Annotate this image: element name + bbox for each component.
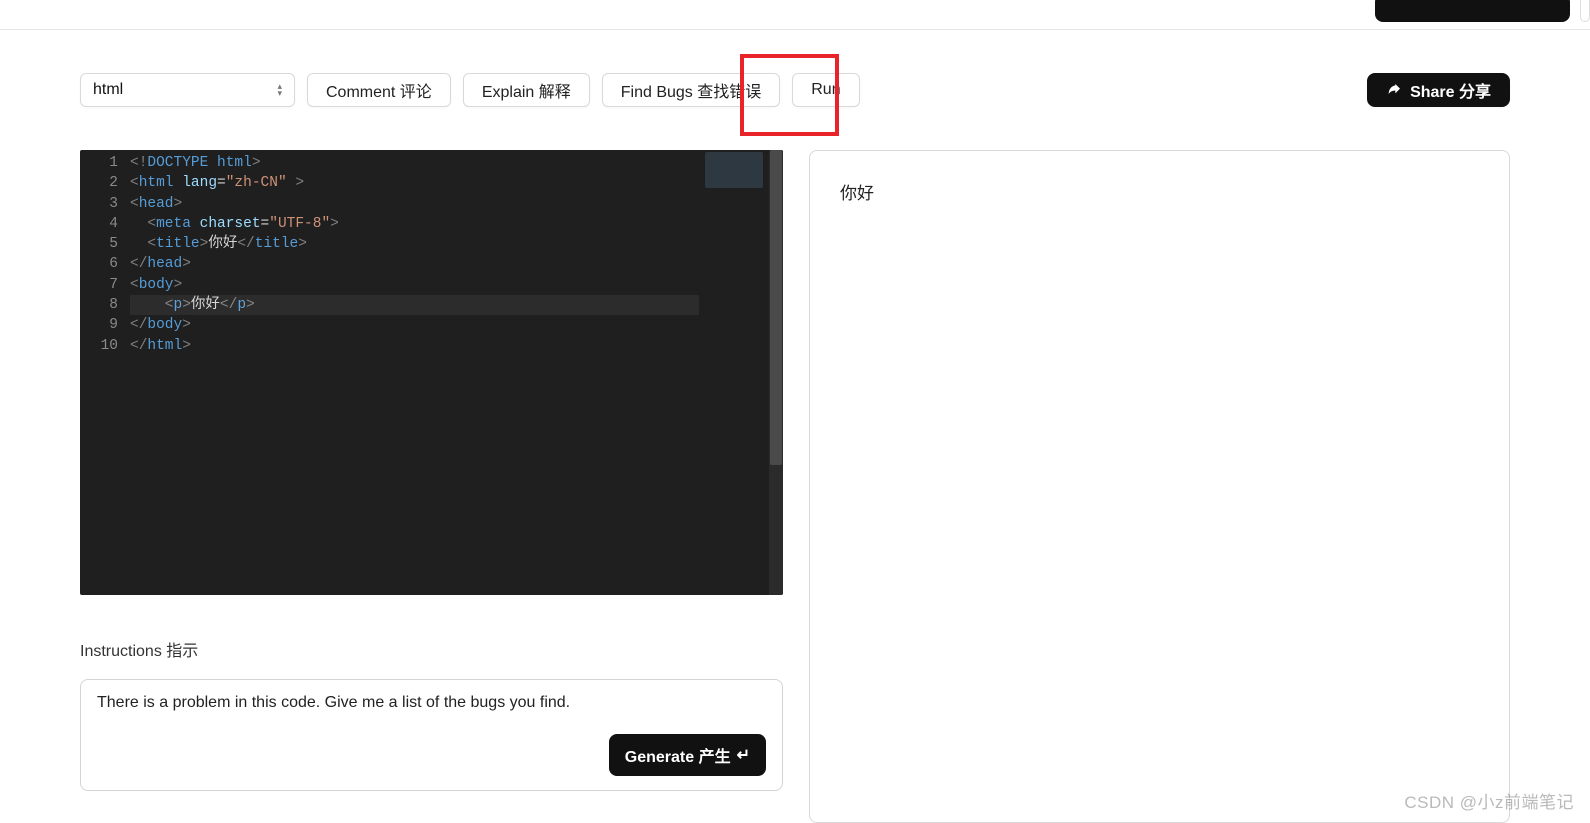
comment-button[interactable]: Comment 评论 — [307, 73, 451, 107]
code-editor[interactable]: 12345678910 <!DOCTYPE html><html lang="z… — [80, 150, 783, 595]
code-line[interactable]: </head> — [130, 254, 783, 274]
editor-gutter: 12345678910 — [80, 150, 130, 595]
code-line[interactable]: </body> — [130, 315, 783, 335]
editor-minimap[interactable] — [701, 150, 767, 595]
language-select[interactable]: html ▴▾ — [80, 73, 295, 107]
minimap-thumb — [705, 152, 763, 188]
enter-icon: ↵ — [737, 745, 750, 765]
explain-button[interactable]: Explain 解释 — [463, 73, 590, 107]
left-column: 12345678910 <!DOCTYPE html><html lang="z… — [80, 150, 783, 823]
code-line[interactable]: </html> — [130, 336, 783, 356]
editor-code-area[interactable]: <!DOCTYPE html><html lang="zh-CN" ><head… — [130, 150, 783, 595]
share-icon — [1386, 82, 1402, 98]
right-column: 你好 — [809, 150, 1510, 823]
editor-scrollbar[interactable] — [769, 150, 783, 595]
editor-active-line — [130, 295, 699, 315]
chevron-updown-icon: ▴▾ — [277, 83, 282, 97]
header-dark-button[interactable] — [1375, 0, 1570, 22]
generate-button[interactable]: Generate 产生 ↵ — [609, 734, 766, 776]
run-button[interactable]: Run — [792, 73, 859, 107]
generate-button-label: Generate 产生 — [625, 743, 731, 767]
code-line[interactable]: <html lang="zh-CN" > — [130, 173, 783, 193]
code-line[interactable]: <body> — [130, 275, 783, 295]
watermark-text: CSDN @小z前端笔记 — [1404, 788, 1574, 813]
share-button-label: Share 分享 — [1410, 78, 1491, 102]
toolbar: html ▴▾ Comment 评论 Explain 解释 Find Bugs … — [80, 73, 1510, 107]
header-right-edge-button[interactable] — [1580, 0, 1590, 22]
workspace: 12345678910 <!DOCTYPE html><html lang="z… — [80, 150, 1510, 823]
instructions-box: There is a problem in this code. Give me… — [80, 679, 783, 791]
code-line[interactable]: <title>你好</title> — [130, 234, 783, 254]
instructions-input[interactable]: There is a problem in this code. Give me… — [97, 694, 766, 716]
language-select-value: html — [93, 81, 123, 99]
code-line[interactable]: <meta charset="UTF-8"> — [130, 214, 783, 234]
share-button[interactable]: Share 分享 — [1367, 73, 1510, 107]
header-divider — [0, 29, 1590, 30]
code-line[interactable]: <head> — [130, 194, 783, 214]
preview-panel[interactable]: 你好 — [809, 150, 1510, 823]
instructions-label: Instructions 指示 — [80, 637, 783, 661]
preview-output: 你好 — [840, 184, 874, 203]
find-bugs-button[interactable]: Find Bugs 查找错误 — [602, 73, 781, 107]
code-line[interactable]: <!DOCTYPE html> — [130, 153, 783, 173]
